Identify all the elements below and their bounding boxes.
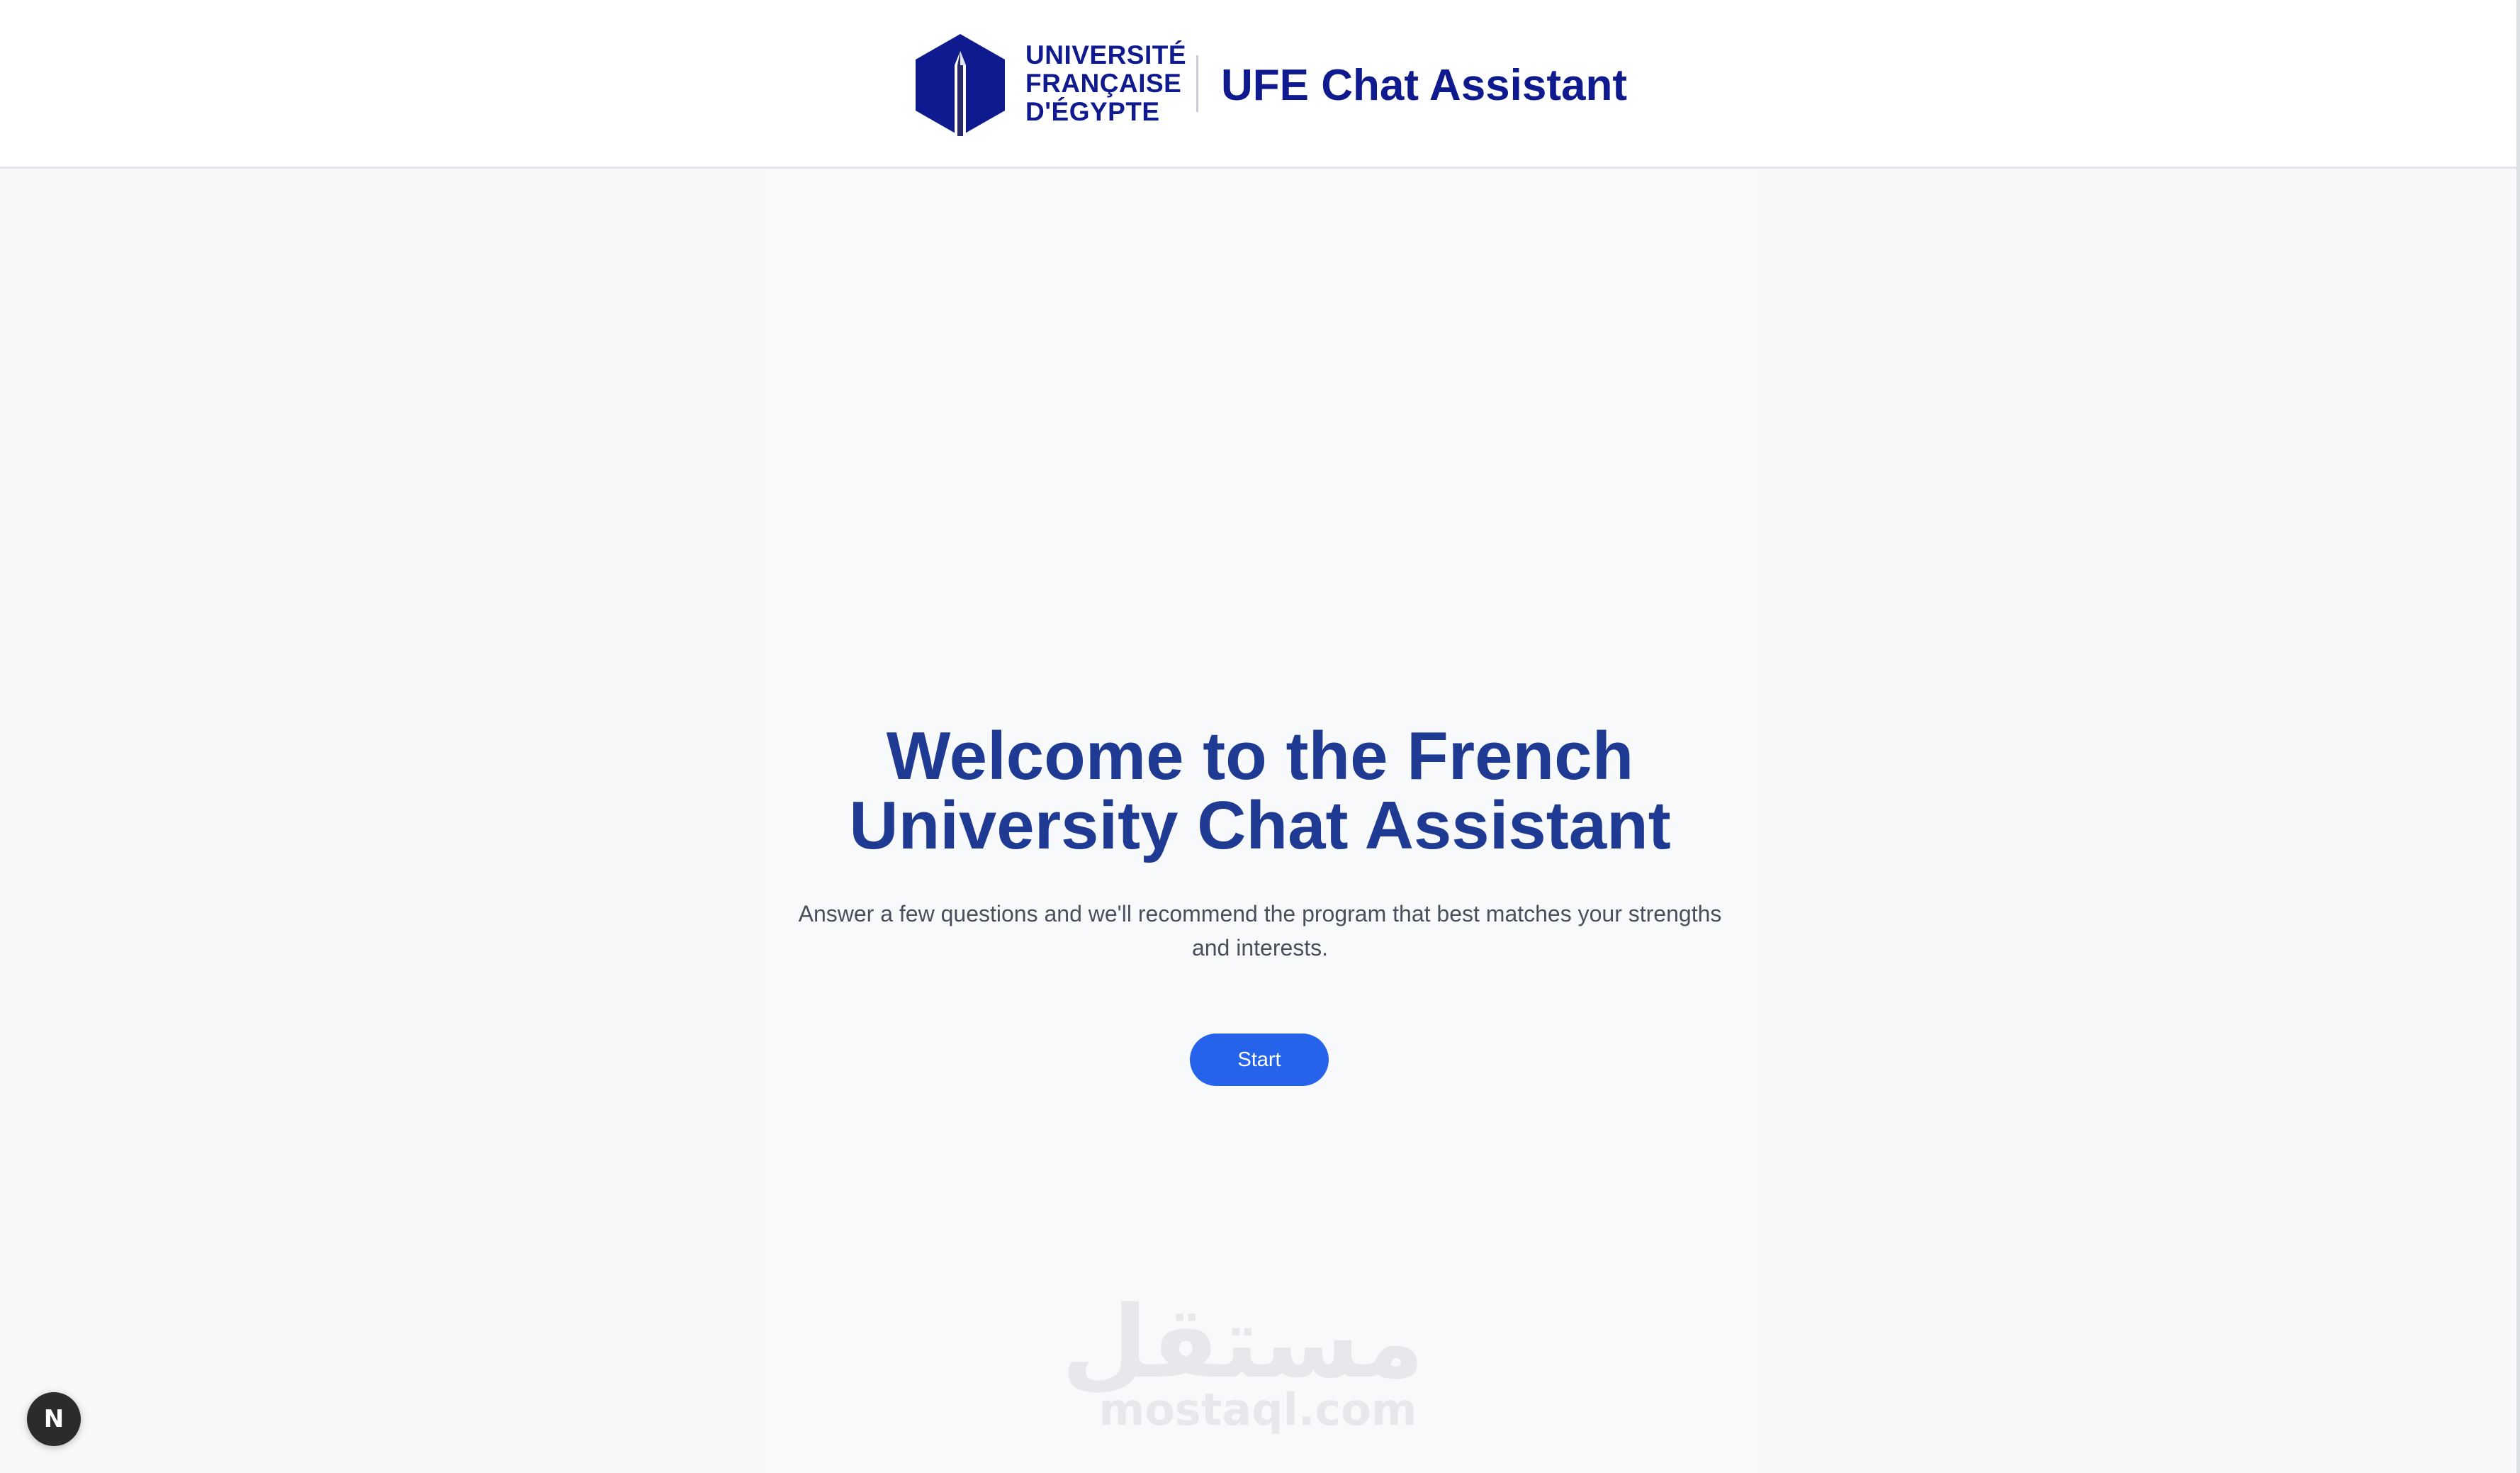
header-divider xyxy=(1196,55,1198,112)
welcome-subtitle: Answer a few questions and we'll recomme… xyxy=(798,901,1722,960)
watermark-latin: mostaql.com xyxy=(1098,1384,1417,1435)
obelisk-hexagon-icon xyxy=(916,34,1005,136)
university-logo-text: UNIVERSITÉ FRANÇAISE D'ÉGYPTE xyxy=(1025,41,1188,126)
window-edge xyxy=(2516,0,2520,1473)
logo-line-3: D'ÉGYPTE xyxy=(1025,97,1160,126)
logo-line-2: FRANÇAISE xyxy=(1025,69,1182,98)
nextjs-icon[interactable]: N xyxy=(27,1392,81,1446)
start-button[interactable]: Start xyxy=(1190,1034,1329,1086)
watermark: مستقل mostaql.com xyxy=(1061,1285,1424,1446)
logo-line-1: UNIVERSITÉ xyxy=(1025,40,1187,69)
welcome-title: Welcome to the French University Chat As… xyxy=(849,718,1671,863)
app-title: UFE Chat Assistant xyxy=(1221,61,1628,110)
watermark-arabic: مستقل xyxy=(1061,1285,1424,1401)
